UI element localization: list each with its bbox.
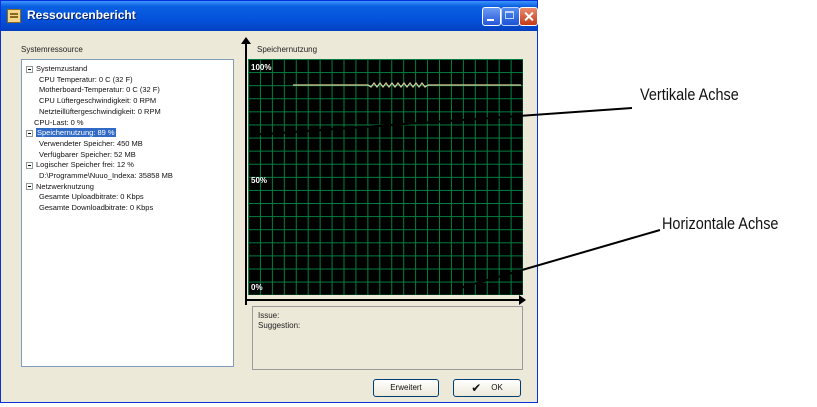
horizontal-axis-annotation: Horizontale Achse <box>662 214 779 233</box>
vertical-axis-annotation: Vertikale Achse <box>640 85 739 104</box>
horizontal-axis-callout-line <box>459 229 661 289</box>
vertical-axis-callout-line <box>249 107 633 136</box>
callout-lines <box>249 107 661 289</box>
